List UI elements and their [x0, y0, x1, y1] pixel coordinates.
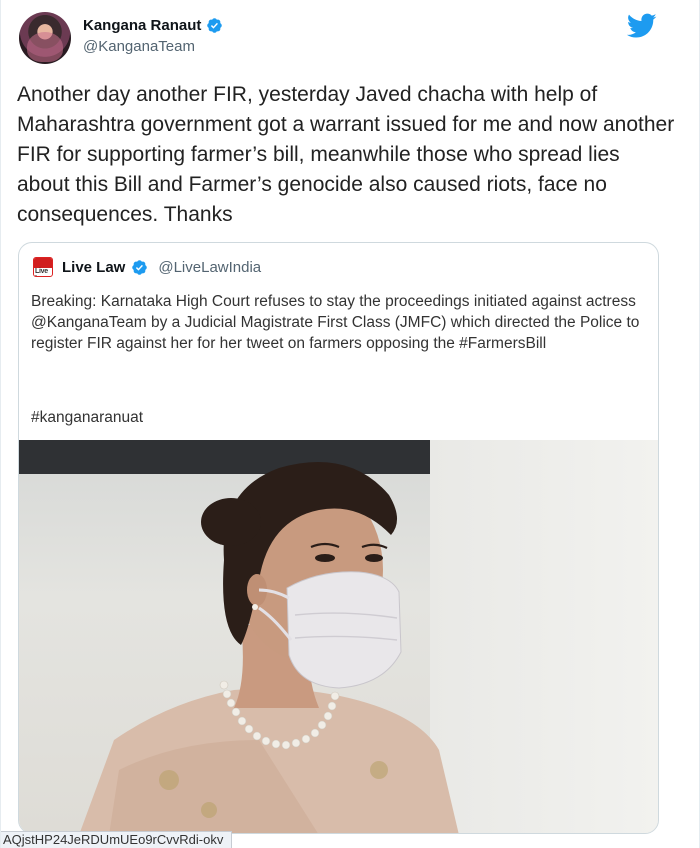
quoted-author-name[interactable]: Live Law [62, 259, 125, 276]
author-handle[interactable]: @KanganaTeam [83, 38, 223, 55]
twitter-bird-icon[interactable] [627, 13, 657, 39]
author-name[interactable]: Kangana Ranaut [83, 17, 201, 34]
quoted-tweet-header: Live Law Live Law @LiveLawIndia [33, 257, 261, 277]
author-avatar[interactable] [19, 12, 71, 64]
browser-status-url: AQjstHP24JeRDUmUEo9rCvvRdi-okv [1, 831, 233, 848]
quoted-tweet[interactable]: Live Law Live Law @LiveLawIndia Breaking… [18, 242, 659, 834]
livelaw-logo: Live Law [33, 257, 53, 277]
livelaw-logo-text: Live Law [35, 268, 48, 276]
tweet-text: Another day another FIR, yesterday Javed… [17, 83, 675, 226]
photo-subject-illustration [79, 462, 459, 833]
quoted-tweet-text: Breaking: Karnataka High Court refuses t… [31, 293, 640, 352]
tweet-card: Kangana Ranaut @KanganaTeam Another day … [0, 0, 700, 848]
verified-badge-icon [132, 259, 148, 275]
author-info: Kangana Ranaut @KanganaTeam [83, 17, 223, 55]
avatar-image-detail [27, 32, 63, 62]
quoted-tweet-hashtag[interactable]: #kanganaranuat [31, 409, 143, 427]
author-name-row: Kangana Ranaut [83, 17, 223, 34]
verified-badge-icon [207, 18, 223, 33]
quoted-author-handle[interactable]: @LiveLawIndia [158, 259, 261, 276]
quoted-tweet-photo[interactable] [19, 440, 658, 833]
